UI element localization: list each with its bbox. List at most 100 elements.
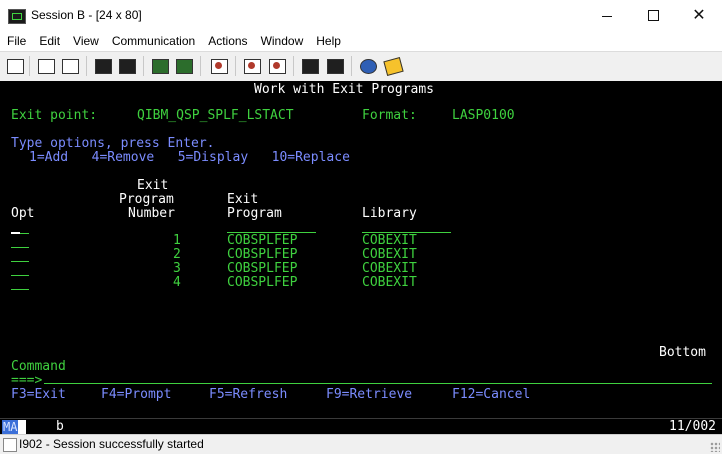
- row-opt-input[interactable]: [11, 234, 29, 248]
- fkey-f4[interactable]: F4=Prompt: [101, 387, 171, 402]
- fkey-f3[interactable]: F3=Exit: [11, 387, 66, 402]
- keypad-icon: [175, 58, 193, 74]
- toolbar-separator: [86, 56, 87, 76]
- paste-button[interactable]: [59, 56, 81, 76]
- paste-icon: [61, 58, 79, 74]
- record-icon: [210, 58, 228, 74]
- row-program: COBSPLFEP: [227, 275, 298, 290]
- fkey-f9[interactable]: F9=Retrieve: [326, 387, 412, 402]
- row-library: COBEXIT: [362, 275, 417, 290]
- send-button[interactable]: [92, 56, 114, 76]
- print-button[interactable]: [4, 56, 26, 76]
- receive-button[interactable]: [116, 56, 138, 76]
- status-bar: I902 - Session successfully started: [0, 434, 722, 454]
- send-icon: [94, 58, 112, 74]
- row-number: 4: [173, 275, 181, 290]
- menu-actions[interactable]: Actions: [201, 31, 253, 51]
- menu-window[interactable]: Window: [254, 31, 310, 51]
- maximize-button[interactable]: [630, 0, 676, 31]
- minimize-button[interactable]: [584, 0, 630, 31]
- receive-icon: [118, 58, 136, 74]
- toolbar-separator: [351, 56, 352, 76]
- oia-cursor-indicator: [18, 420, 26, 434]
- header-number: Number: [128, 206, 175, 221]
- menu-help[interactable]: Help: [309, 31, 347, 51]
- menu-bar: File Edit View Communication Actions Win…: [0, 31, 722, 51]
- menu-edit[interactable]: Edit: [32, 31, 66, 51]
- menu-file[interactable]: File: [0, 31, 32, 51]
- macro-button[interactable]: [299, 56, 321, 76]
- terminal-app-icon: [8, 9, 26, 24]
- header-program-mid: Program: [119, 192, 174, 207]
- format-value: LASP0100: [452, 108, 515, 123]
- format-label: Format:: [362, 108, 417, 123]
- toolbar-separator: [235, 56, 236, 76]
- toolbar-separator: [29, 56, 30, 76]
- row-library: COBEXIT: [362, 247, 417, 262]
- header-exit-2: Exit: [227, 192, 259, 207]
- close-icon: ✕: [692, 6, 706, 24]
- copy-button[interactable]: [35, 56, 57, 76]
- fkey-f12[interactable]: F12=Cancel: [452, 387, 530, 402]
- globe-button[interactable]: [357, 56, 379, 76]
- row-opt-input[interactable]: [11, 276, 29, 290]
- library-input[interactable]: [362, 218, 451, 233]
- fkey-f5[interactable]: F5=Refresh: [209, 387, 287, 402]
- resize-grip-icon[interactable]: [710, 442, 720, 452]
- row-program: COBSPLFEP: [227, 233, 298, 248]
- copy-icon: [37, 58, 55, 74]
- display-icon: [151, 58, 169, 74]
- window-title: Session B - [24 x 80]: [31, 8, 142, 22]
- cursor-position: 11/002: [669, 419, 716, 434]
- oia-mode: MA: [2, 420, 19, 434]
- title-bar: Session B - [24 x 80] ✕: [0, 0, 722, 32]
- print-icon: [6, 58, 24, 74]
- globe-icon: [359, 58, 377, 74]
- command-input[interactable]: [44, 383, 712, 384]
- row-opt-input[interactable]: [11, 248, 29, 262]
- minimize-icon: [602, 16, 612, 17]
- toolbar-separator: [143, 56, 144, 76]
- row-program: COBSPLFEP: [227, 261, 298, 276]
- command-prompt: ===>: [11, 373, 43, 388]
- bottom-indicator: Bottom: [659, 345, 706, 360]
- exit-point-label: Exit point:: [11, 108, 98, 123]
- maximize-icon: [647, 10, 659, 21]
- screen-title: Work with Exit Programs: [254, 82, 435, 97]
- menu-communication[interactable]: Communication: [105, 31, 201, 51]
- status-message-icon: [3, 438, 17, 452]
- close-button[interactable]: ✕: [676, 0, 722, 31]
- options-text: 1=Add 4=Remove 5=Display 10=Replace: [29, 150, 350, 165]
- run-macro-button[interactable]: [324, 56, 346, 76]
- program-input[interactable]: [227, 218, 316, 233]
- row-library: COBEXIT: [362, 261, 417, 276]
- keypad-button[interactable]: [173, 56, 195, 76]
- instructions-text: Type options, press Enter.: [11, 136, 215, 151]
- play-button[interactable]: [241, 56, 263, 76]
- status-message: I902 - Session successfully started: [19, 437, 204, 451]
- stop-button[interactable]: [266, 56, 288, 76]
- command-label: Command: [11, 359, 66, 374]
- row-number: 3: [173, 261, 181, 276]
- row-library: COBEXIT: [362, 233, 417, 248]
- oia-indicator: b: [56, 419, 64, 434]
- operator-info-area: MA b 11/002: [0, 418, 722, 435]
- record-button[interactable]: [208, 56, 230, 76]
- toolbar-separator: [293, 56, 294, 76]
- terminal-screen[interactable]: Work with Exit Programs Exit point: QIBM…: [0, 81, 722, 418]
- header-exit-top: Exit: [137, 178, 169, 193]
- menu-view[interactable]: View: [66, 31, 105, 51]
- row-opt-input[interactable]: [11, 262, 29, 276]
- note-button[interactable]: [382, 56, 404, 76]
- toolbar: [0, 51, 722, 82]
- row-program: COBSPLFEP: [227, 247, 298, 262]
- stop-icon: [268, 58, 286, 74]
- toolbar-separator: [200, 56, 201, 76]
- header-opt: Opt: [11, 206, 35, 221]
- row-number: 2: [173, 247, 181, 262]
- display-button[interactable]: [149, 56, 171, 76]
- note-icon: [382, 56, 404, 76]
- exit-point-value: QIBM_QSP_SPLF_LSTACT: [137, 108, 294, 123]
- run-macro-icon: [326, 58, 344, 74]
- play-icon: [243, 58, 261, 74]
